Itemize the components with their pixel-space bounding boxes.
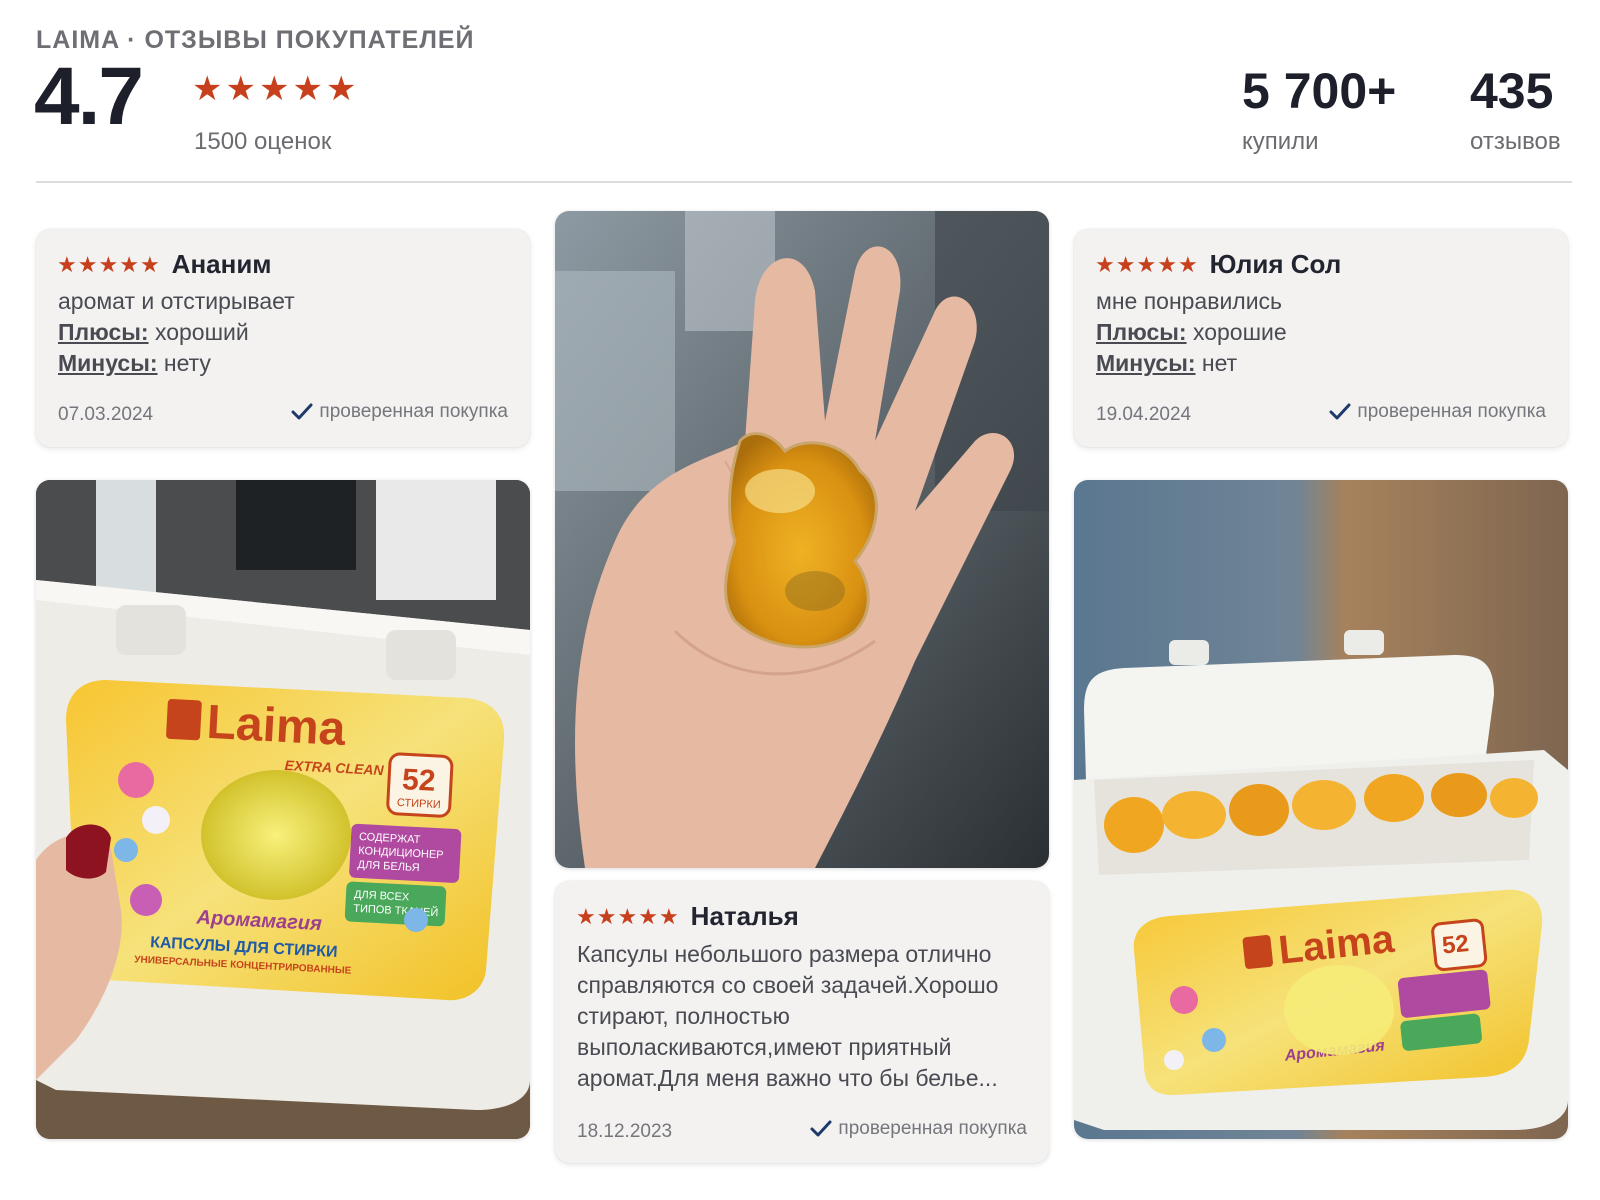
review-photo-capsule-in-hand[interactable] [555,211,1049,868]
star-icon: ★ [1157,251,1177,277]
package-count: 52 [401,763,436,798]
cons-text: нет [1201,350,1238,376]
star-icon: ★ [325,70,357,108]
star-icon: ★ [1115,251,1136,277]
review-stars: ★ ★ ★ ★ ★ [1095,251,1198,277]
cons-text: нету [163,350,211,376]
review-header: ★ ★ ★ ★ ★ Ананим [57,249,272,280]
star-icon: ★ [617,903,638,929]
stat-value: 435 [1470,63,1554,119]
review-author: Наталья [690,901,799,931]
star-icon: ★ [192,70,223,108]
average-rating: 4.7 [34,51,144,142]
review-cons: Минусы: нет [1096,348,1287,379]
verified-label: проверенная покупка [838,1118,1027,1139]
stat-caption: отзывов [1470,128,1561,155]
star-icon: ★ [596,903,617,929]
review-text: аромат и отстирывает [58,288,295,314]
star-icon: ★ [258,70,290,108]
star-icon: ★ [98,251,119,277]
cons-label: Минусы: [58,350,158,376]
checkmark-icon [1329,403,1351,420]
review-card[interactable]: ★ ★ ★ ★ ★ Ананим аромат и отстирывает Плюсы:… [36,229,530,447]
cons-label: Минусы: [1096,350,1196,376]
checkmark-icon [291,403,313,420]
review-text: мне понравились [1096,288,1283,314]
review-text: Капсулы небольшого размера отлично справ… [577,941,999,1091]
star-icon: ★ [292,70,323,108]
star-icon: ★ [119,251,139,277]
review-pros: Плюсы: хороший [58,317,295,348]
verified-badge: проверенная покупка [810,1118,1027,1140]
review-stars: ★ ★ ★ ★ ★ [57,251,160,277]
review-body: мне понравились Плюсы: хорошие Минусы: н… [1096,286,1287,379]
open-box-photo-image: Laima 52 Аромамагия [1074,480,1568,1139]
review-author: Ананим [171,249,272,279]
star-icon: ★ [638,903,658,929]
verified-badge: проверенная покупка [1329,401,1546,423]
pros-label: Плюсы: [1096,319,1187,345]
star-icon: ★ [57,251,77,277]
stat-reviews: 435 отзывов [1470,66,1561,156]
star-icon: ★ [77,251,98,277]
package-photo-image: Laima EXTRA CLEAN 52 СТИРКИ СОДЕРЖАТ КОН… [36,480,530,1139]
review-date: 19.04.2024 [1096,404,1192,425]
star-icon: ★ [139,251,160,277]
package-count-unit: СТИРКИ [397,797,441,811]
review-date: 07.03.2024 [58,404,154,425]
star-icon: ★ [576,903,596,929]
star-icon: ★ [1177,251,1198,277]
review-card[interactable]: ★ ★ ★ ★ ★ Юлия Сол мне понравились Плюсы: хо… [1074,229,1568,447]
checkmark-icon [810,1120,832,1137]
rating-stars: ★ ★ ★ ★ ★ [192,72,356,106]
review-stars: ★ ★ ★ ★ ★ [576,903,679,929]
stat-caption: купили [1242,128,1319,155]
review-pros: Плюсы: хорошие [1096,317,1287,348]
header-divider [36,181,1572,183]
review-card[interactable]: ★ ★ ★ ★ ★ Наталья Капсулы небольшого размера… [555,881,1049,1163]
pros-text: хорошие [1192,319,1287,345]
star-icon: ★ [225,70,256,108]
pros-text: хороший [154,319,249,345]
review-date: 18.12.2023 [577,1121,673,1142]
stat-value: 5 700+ [1242,63,1397,119]
review-header: ★ ★ ★ ★ ★ Наталья [576,901,799,932]
review-author: Юлия Сол [1209,249,1342,279]
verified-label: проверенная покупка [1357,401,1546,422]
pros-label: Плюсы: [58,319,149,345]
review-photo-package[interactable]: Laima EXTRA CLEAN 52 СТИРКИ СОДЕРЖАТ КОН… [36,480,530,1139]
package-brand-logo: Laima [205,696,347,756]
review-body: аромат и отстирывает Плюсы: хороший Мину… [58,286,295,379]
ratings-count: 1500 оценок [194,128,332,155]
star-icon: ★ [658,903,679,929]
review-photo-open-box[interactable]: Laima 52 Аромамагия [1074,480,1568,1139]
star-icon: ★ [1136,251,1157,277]
verified-label: проверенная покупка [319,401,508,422]
review-cons: Минусы: нету [58,348,295,379]
stat-bought: 5 700+ купили [1242,66,1396,156]
verified-badge: проверенная покупка [291,401,508,423]
star-icon: ★ [1095,251,1115,277]
review-header: ★ ★ ★ ★ ★ Юлия Сол [1095,249,1341,280]
capsule-photo-image [555,211,1049,868]
box-count: 52 [1441,930,1470,960]
